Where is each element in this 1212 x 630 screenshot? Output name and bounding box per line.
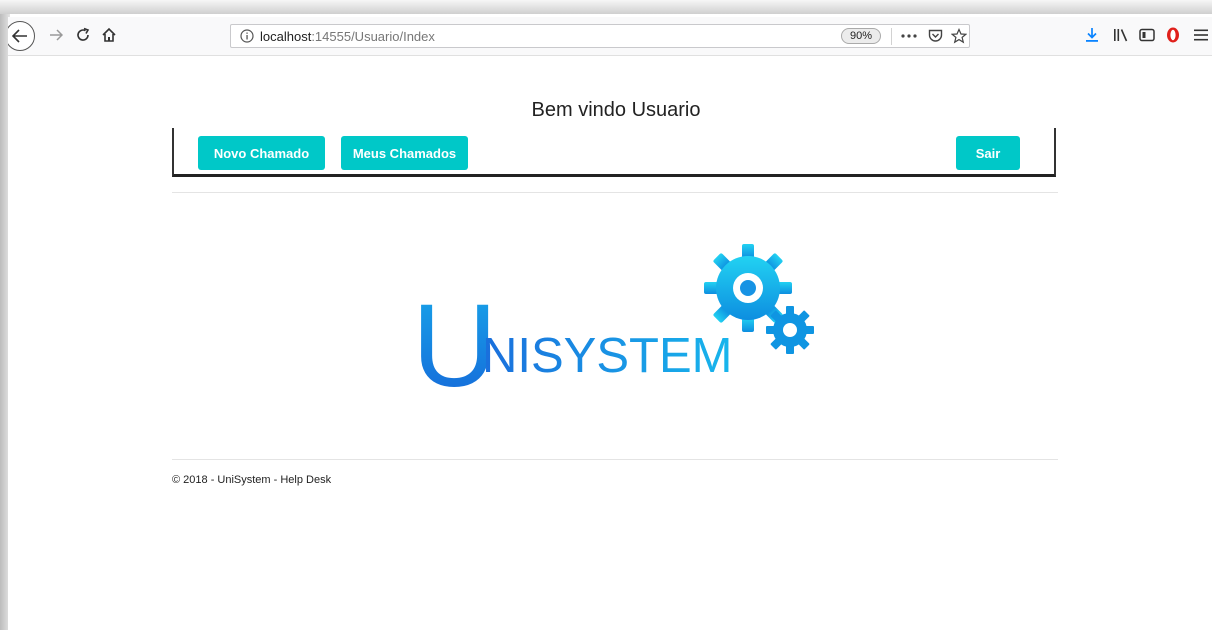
opera-icon[interactable] [1161, 22, 1185, 48]
header-divider [172, 192, 1058, 193]
url-host: localhost [260, 29, 312, 44]
footer-divider [172, 459, 1058, 460]
menu-icon[interactable] [1189, 22, 1212, 48]
download-icon[interactable] [1080, 22, 1104, 48]
address-bar[interactable]: localhost:14555/Usuario/Index 90% [230, 24, 970, 48]
footer-copyright: © 2018 - UniSystem - Help Desk [172, 474, 332, 486]
logo-wordmark: NISYSTEM [482, 329, 732, 383]
library-icon[interactable] [1109, 22, 1133, 48]
welcome-heading: Bem vindo Usuario [531, 99, 701, 121]
reload-button[interactable] [71, 22, 95, 48]
sidebar-icon[interactable] [1135, 22, 1159, 48]
url-text: localhost:14555/Usuario/Index [260, 29, 435, 44]
forward-button[interactable] [44, 22, 68, 48]
unisystem-logo: U NISYSTEM [412, 244, 814, 392]
nav-bar: Novo Chamado Meus Chamados Sair [172, 128, 1056, 177]
my-tickets-button[interactable]: Meus Chamados [341, 136, 468, 170]
back-button[interactable] [8, 21, 35, 51]
forward-arrow-icon [50, 29, 63, 41]
zoom-badge[interactable]: 90% [841, 28, 881, 44]
back-arrow-icon [12, 29, 27, 43]
new-ticket-button[interactable]: Novo Chamado [198, 136, 325, 170]
more-icon[interactable] [899, 27, 919, 45]
url-path: :14555/Usuario/Index [311, 29, 435, 44]
home-button[interactable] [97, 22, 121, 48]
window-frame-top [0, 0, 1212, 14]
browser-toolbar: localhost:14555/Usuario/Index 90% [8, 17, 1212, 56]
reload-icon [77, 27, 90, 41]
bookmark-star-icon[interactable] [949, 27, 969, 45]
browser-window: localhost:14555/Usuario/Index 90% Bem vi… [8, 17, 1212, 630]
logout-button[interactable]: Sair [956, 136, 1020, 170]
info-icon[interactable] [239, 28, 255, 44]
gear-icon [766, 306, 814, 354]
address-bar-divider [891, 28, 892, 45]
pocket-icon[interactable] [925, 27, 945, 45]
home-icon [102, 27, 116, 42]
